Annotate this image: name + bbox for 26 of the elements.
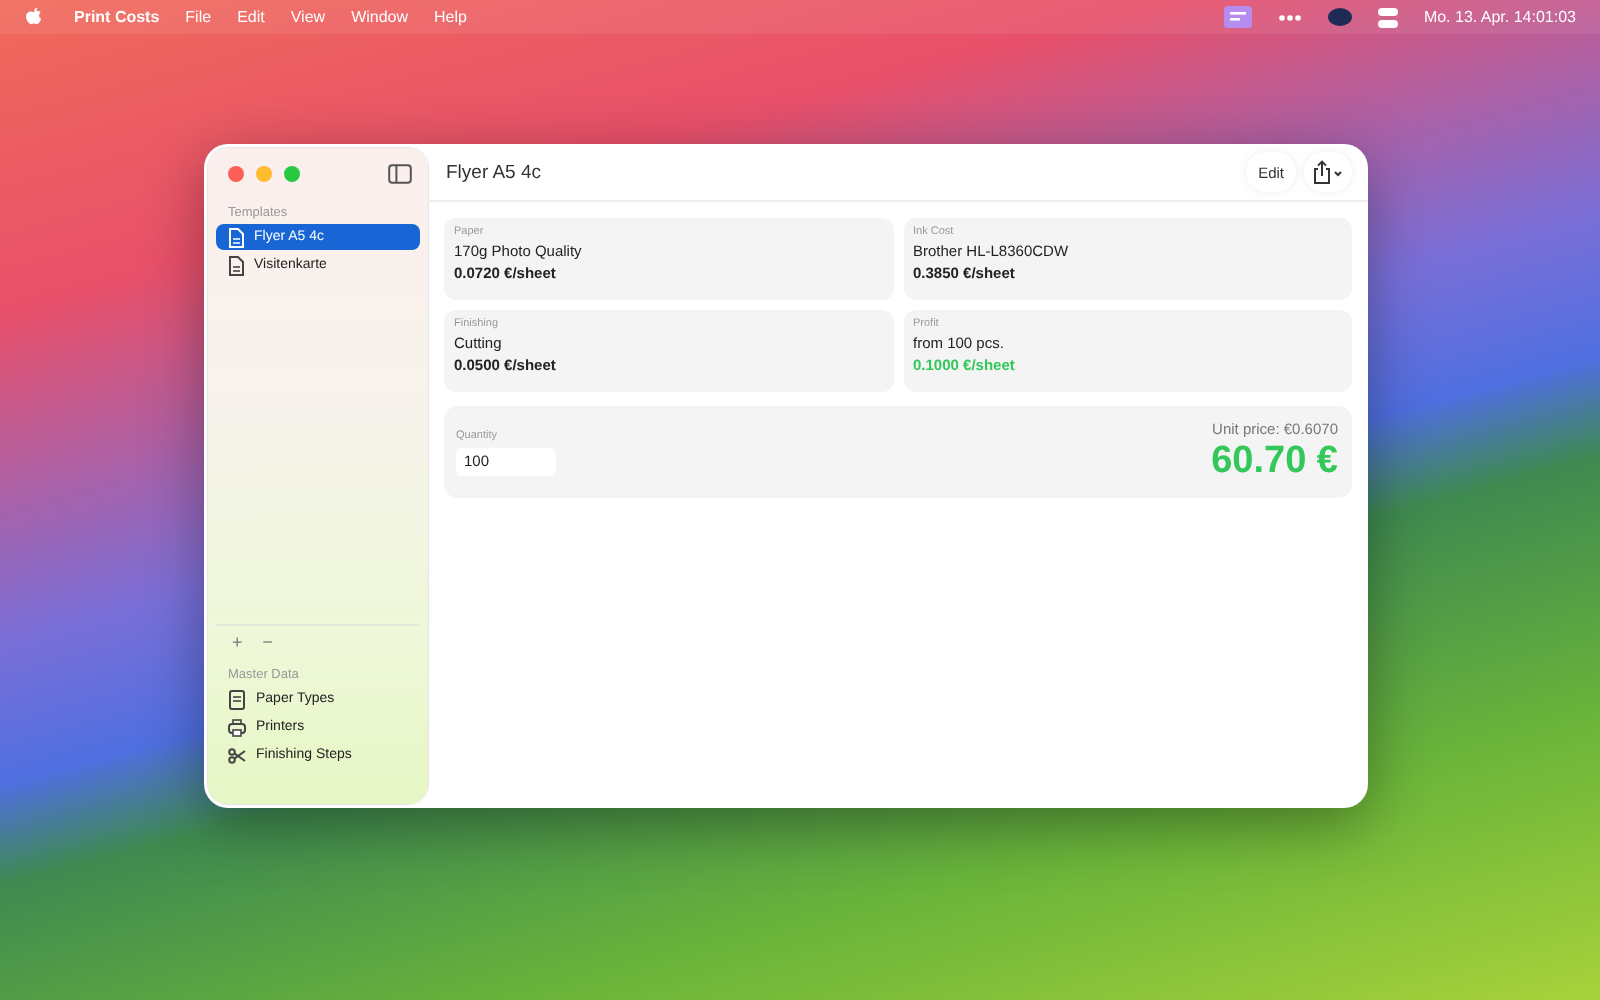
keyboard-icon[interactable]	[1223, 6, 1252, 28]
more-icon[interactable]	[1277, 13, 1302, 21]
total-price: 60.70 €	[1211, 440, 1338, 484]
remove-button[interactable]: −	[262, 632, 274, 652]
printer-icon	[228, 717, 246, 737]
control-center-icon[interactable]	[1377, 7, 1398, 27]
menu-item[interactable]: View	[290, 8, 326, 26]
menu-item[interactable]: Window	[351, 8, 409, 26]
menu-bar-clock: Mo. 13. Apr. 14:01:03	[1423, 8, 1576, 26]
menu-item[interactable]: Edit	[237, 8, 265, 26]
window-title: Flyer A5 4c	[446, 161, 542, 183]
sidebar-toggle-icon[interactable]	[388, 164, 412, 184]
zoom-button[interactable]	[284, 166, 300, 182]
scissors-icon	[228, 745, 246, 765]
menu-item[interactable]: File	[185, 8, 212, 26]
add-button[interactable]: +	[232, 632, 243, 652]
page-icon	[228, 689, 246, 709]
share-button[interactable]	[1304, 152, 1352, 192]
apple-logo-icon[interactable]	[24, 5, 44, 29]
document-icon	[228, 227, 244, 247]
share-icon	[1312, 160, 1344, 184]
oval-icon[interactable]	[1327, 8, 1352, 26]
close-button[interactable]	[228, 166, 244, 182]
document-icon	[228, 255, 244, 275]
menu-item[interactable]: Help	[434, 8, 467, 26]
app-menu[interactable]: Print Costs	[74, 8, 160, 26]
